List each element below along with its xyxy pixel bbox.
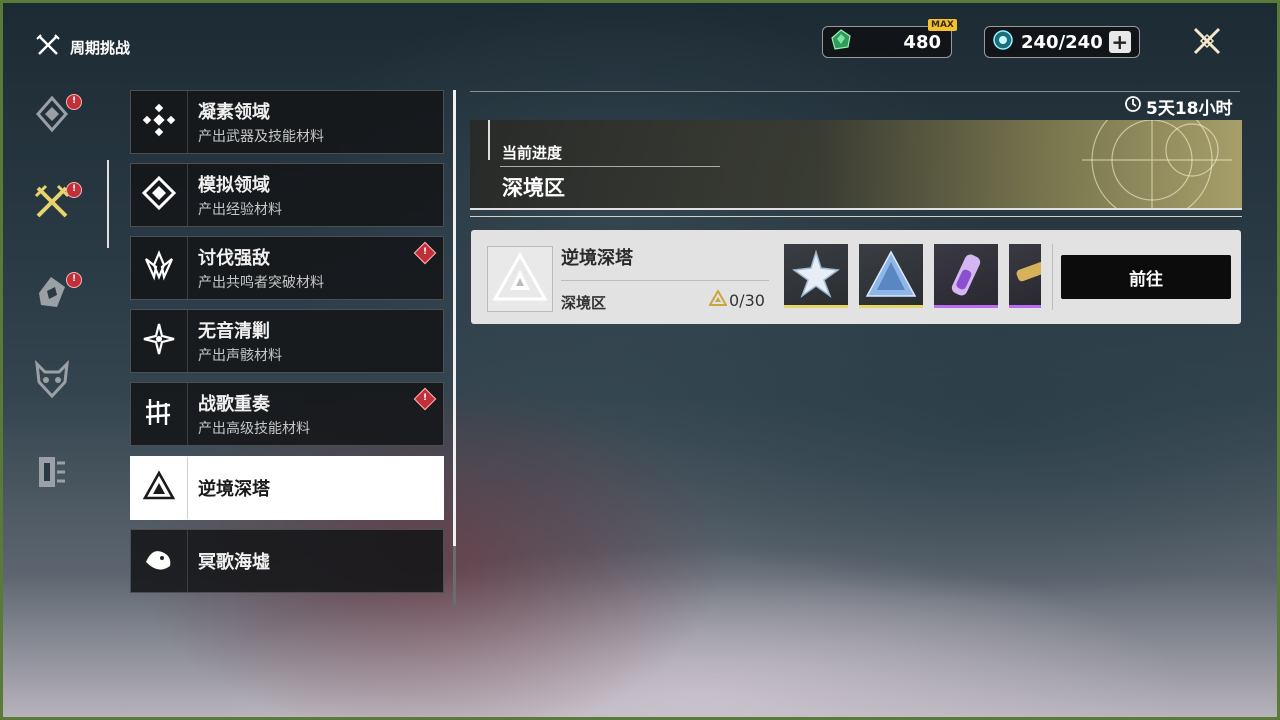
list-item-subtitle: 产出武器及技能材料 xyxy=(198,129,324,145)
sea-creature-icon xyxy=(142,542,176,580)
triangle-tower-icon xyxy=(492,251,548,306)
list-alert-dot xyxy=(413,387,437,411)
page-title-text: 周期挑战 xyxy=(70,38,131,57)
reward-item-4[interactable] xyxy=(1009,244,1041,308)
list-item-subtitle: 产出高级技能材料 xyxy=(198,421,310,437)
banner-separator xyxy=(500,166,720,167)
banner-accent-line xyxy=(488,120,490,160)
rail-tab-records[interactable] xyxy=(30,452,74,496)
tower-name: 逆境深塔 xyxy=(561,248,633,269)
clock-icon xyxy=(1124,95,1142,118)
card-vertical-separator xyxy=(1052,244,1053,310)
music-rune-icon xyxy=(142,395,176,433)
list-item-boss-challenge[interactable]: 讨伐强敌产出共鸣者突破材料 xyxy=(130,236,444,300)
card-separator xyxy=(561,280,769,281)
tower-emblem xyxy=(487,246,553,312)
list-item-simulation[interactable]: 模拟领域产出经验材料 xyxy=(130,163,444,227)
energy-orb-icon xyxy=(991,28,1015,56)
tower-card: 逆境深塔 深境区 0/30 前往 xyxy=(471,230,1241,324)
panel-top-line xyxy=(470,91,1240,92)
currency-energy[interactable]: 240/240 + xyxy=(984,26,1140,58)
list-item-forgery[interactable]: 凝素领域产出武器及技能材料 xyxy=(130,90,444,154)
gate-icon xyxy=(35,453,69,495)
progress-label: 当前进度 xyxy=(502,144,563,162)
reset-timer-text: 5天18小时 xyxy=(1146,99,1233,119)
list-alert-dot xyxy=(413,241,437,265)
star-count-value: 0/30 xyxy=(729,290,765,310)
reward-item-1[interactable] xyxy=(784,244,848,308)
list-item-title: 冥歌海墟 xyxy=(198,552,270,573)
star-count: 0/30 xyxy=(708,288,765,310)
rail-tab-events[interactable] xyxy=(30,268,86,316)
progress-area: 深境区 xyxy=(502,176,565,200)
go-button[interactable]: 前往 xyxy=(1061,255,1231,299)
panel-divider xyxy=(470,216,1242,217)
reset-timer: 5天18小时 xyxy=(1124,94,1233,119)
close-icon xyxy=(1191,25,1223,61)
rail-tab-weekly-challenge[interactable] xyxy=(30,178,86,226)
astrolabe-decoration xyxy=(982,120,1242,208)
currency-crystal-value: 480 xyxy=(903,31,941,53)
tower-zone: 深境区 xyxy=(561,294,607,312)
list-item-title: 无音清剿 xyxy=(198,321,270,342)
silver-star-crystal-icon xyxy=(784,249,848,305)
list-item-title: 凝素领域 xyxy=(198,102,270,123)
reward-item-3[interactable] xyxy=(934,244,998,308)
list-item-title: 战歌重奏 xyxy=(198,394,270,415)
triangle-tower-icon xyxy=(142,469,176,507)
golden-rod-icon xyxy=(1009,261,1041,305)
list-item-subtitle: 产出共鸣者突破材料 xyxy=(198,275,324,291)
list-item-whimpering-wastes[interactable]: 冥歌海墟 xyxy=(130,529,444,593)
list-item-title: 模拟领域 xyxy=(198,175,270,196)
list-item-subtitle: 产出声骸材料 xyxy=(198,348,282,364)
reward-item-2[interactable] xyxy=(859,244,923,308)
progress-banner: 当前进度 深境区 xyxy=(470,120,1242,210)
list-item-tacet-suppression[interactable]: 无音清剿产出声骸材料 xyxy=(130,309,444,373)
list-item-subtitle: 产出经验材料 xyxy=(198,202,282,218)
max-badge: MAX xyxy=(928,19,957,31)
demon-mask-icon xyxy=(33,359,71,404)
list-item-title: 讨伐强敌 xyxy=(198,248,270,269)
list-item-title: 逆境深塔 xyxy=(198,479,270,500)
rail-tab-domain[interactable] xyxy=(30,90,86,138)
forgery-icon xyxy=(142,103,176,141)
green-crystal-icon xyxy=(829,28,853,56)
simulation-icon xyxy=(141,175,177,214)
purple-vial-icon xyxy=(934,254,998,305)
list-scrollbar-thumb[interactable] xyxy=(453,90,456,546)
rail-active-indicator xyxy=(107,160,109,248)
rail-tab-boss[interactable] xyxy=(30,359,74,404)
triangle-star-icon xyxy=(708,288,728,310)
list-item-battle-reprise[interactable]: 战歌重奏产出高级技能材料 xyxy=(130,382,444,446)
lotus-icon xyxy=(142,249,176,287)
add-energy-button[interactable]: + xyxy=(1108,31,1131,53)
sparkle-icon xyxy=(142,322,176,360)
currency-energy-value: 240/240 xyxy=(1021,31,1103,53)
close-button[interactable] xyxy=(1190,26,1224,60)
crossed-swords-icon xyxy=(36,34,60,60)
list-item-tower-of-adversity[interactable]: 逆境深塔 xyxy=(130,456,444,520)
page-title: 周期挑战 xyxy=(36,34,130,60)
blue-prism-icon xyxy=(859,250,923,305)
